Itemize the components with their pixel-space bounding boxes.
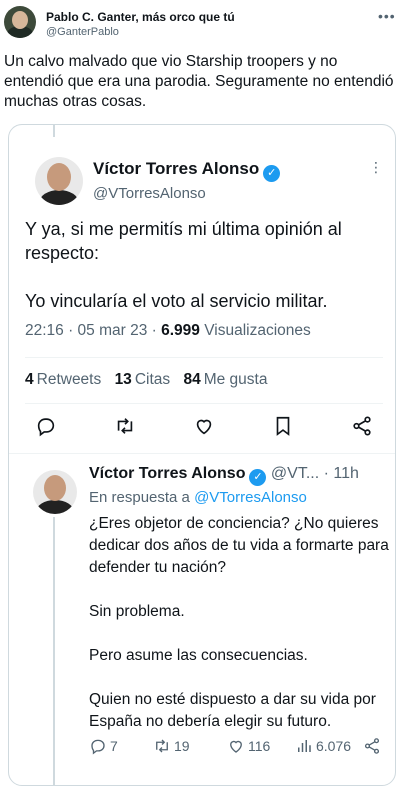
timestamp[interactable]: 22:16 · 05 mar 23 · <box>25 322 161 339</box>
divider <box>25 403 383 404</box>
retweet-button[interactable]: 19 <box>153 737 190 755</box>
reply-count: 7 <box>110 738 118 754</box>
outer-handle[interactable]: @GanterPablo <box>46 26 119 38</box>
quoted-handle[interactable]: @VTorresAlonso <box>93 185 206 202</box>
replying-to: En respuesta a @VTorresAlonso <box>89 489 307 506</box>
outer-tweet-header: Pablo C. Ganter, más orco que tú @Ganter… <box>0 0 400 44</box>
retweet-count: 19 <box>174 738 190 754</box>
verified-icon: ✓ <box>263 165 281 182</box>
retweets-stat[interactable]: 4 Retweets <box>25 371 101 388</box>
reply-handle-time: @VT... · 11h <box>270 465 359 482</box>
retweet-icon <box>156 739 168 753</box>
retweet-icon[interactable] <box>114 415 136 437</box>
views-icon <box>298 740 311 752</box>
like-button[interactable]: 116 <box>227 737 270 755</box>
like-icon <box>230 740 242 753</box>
bookmark-icon[interactable] <box>272 415 294 437</box>
quoted-tweet-card[interactable]: Víctor Torres Alonso ✓ @VTorresAlonso ⋮ Y… <box>8 124 396 786</box>
divider <box>25 357 383 358</box>
replying-to-prefix: En respuesta a <box>89 489 195 506</box>
views-button[interactable]: 6.076 <box>295 737 351 755</box>
share-icon[interactable] <box>351 415 373 437</box>
avatar[interactable] <box>35 157 83 205</box>
tweet-meta: 22:16 · 05 mar 23 · 6.999 Visualizacione… <box>25 322 311 340</box>
reply-name-text: Víctor Torres Alonso <box>89 465 246 482</box>
reply-text: ¿Eres objetor de conciencia? ¿No quieres… <box>89 515 389 730</box>
share-icon <box>364 738 380 754</box>
more-icon[interactable]: ⋮ <box>369 159 384 176</box>
thread-line <box>53 517 55 785</box>
thread-line <box>53 125 55 137</box>
likes-stat[interactable]: 84 Me gusta <box>183 371 267 388</box>
views-label: Visualizaciones <box>199 322 311 339</box>
quoted-tweet-text: Y ya, si me permitís mi última opinión a… <box>25 219 342 311</box>
divider <box>9 453 395 454</box>
reply-icon[interactable] <box>35 415 57 437</box>
reply-action-bar: 7 19 116 6.076 <box>89 737 381 759</box>
views-count: 6.076 <box>316 738 352 754</box>
avatar[interactable] <box>33 470 77 514</box>
tweet-screenshot: Pablo C. Ganter, más orco que tú @Ganter… <box>0 0 400 788</box>
outer-display-name[interactable]: Pablo C. Ganter, más orco que tú <box>46 10 235 24</box>
action-bar <box>25 415 383 441</box>
quoted-display-name[interactable]: Víctor Torres Alonso ✓ <box>93 159 281 182</box>
reply-icon <box>91 739 105 755</box>
more-icon[interactable]: ••• <box>378 8 396 24</box>
share-button[interactable] <box>363 737 381 755</box>
outer-tweet-text: Un calvo malvado que vio Starship troope… <box>4 53 394 110</box>
reply-button[interactable]: 7 <box>89 737 118 755</box>
replying-to-link[interactable]: @VTorresAlonso <box>194 489 307 506</box>
reply-display-name[interactable]: Víctor Torres Alonso ✓ @VT... · 11h <box>89 465 359 486</box>
quotes-stat[interactable]: 13 Citas <box>115 371 171 388</box>
verified-icon: ✓ <box>249 469 267 486</box>
avatar[interactable] <box>4 6 36 38</box>
like-icon[interactable] <box>193 415 215 437</box>
quoted-name-text: Víctor Torres Alonso <box>93 159 260 178</box>
tweet-stats: 4 Retweets 13 Citas 84 Me gusta <box>25 371 276 389</box>
like-count: 116 <box>248 738 271 754</box>
views-count: 6.999 <box>161 322 200 339</box>
